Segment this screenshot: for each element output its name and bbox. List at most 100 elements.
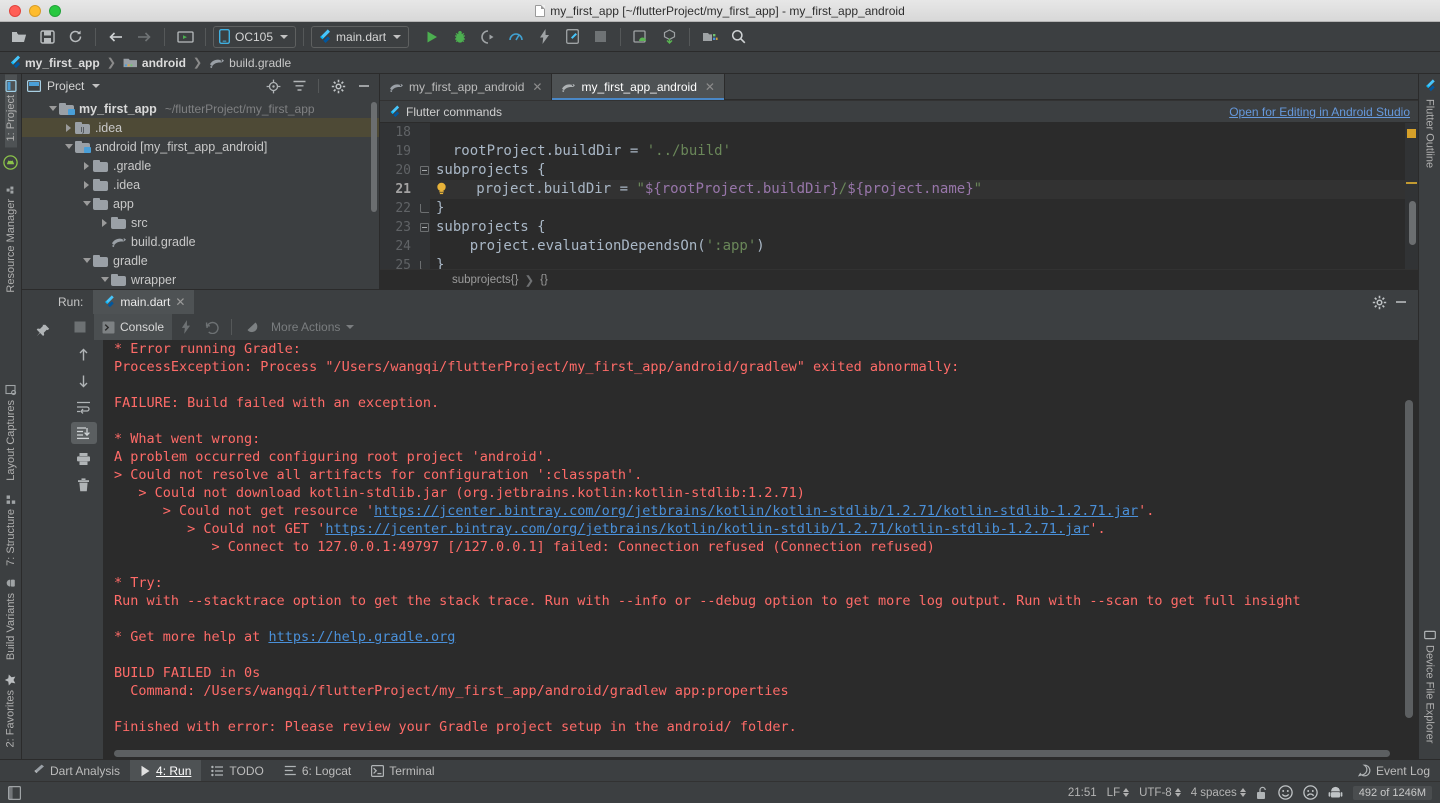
hide-panel-icon[interactable] [354, 76, 374, 96]
run-tab-main-dart[interactable]: main.dart ✕ [93, 290, 195, 314]
sidebar-item-resource-manager[interactable]: Resource Manager [5, 177, 17, 299]
hot-restart-icon[interactable] [200, 316, 224, 338]
flutter-outline-icon[interactable] [1423, 74, 1436, 93]
code-breadcrumb-item-0[interactable]: subprojects{} [452, 274, 519, 286]
gear-icon[interactable] [328, 76, 348, 96]
up-arrow-icon[interactable] [71, 344, 97, 366]
tree-row[interactable]: gradle [22, 251, 379, 270]
smiley-happy-icon[interactable] [1277, 785, 1293, 800]
more-actions-button[interactable]: More Actions [265, 320, 360, 334]
chevron-down-icon[interactable] [80, 201, 93, 206]
console-horizontal-scrollbar[interactable] [114, 750, 1390, 757]
sdk-manager-icon[interactable] [628, 25, 654, 49]
status-tab-todo[interactable]: TODO [201, 760, 273, 781]
run-icon[interactable] [419, 25, 445, 49]
sync-icon[interactable] [62, 25, 88, 49]
chevron-right-icon[interactable] [80, 180, 93, 189]
pin-icon[interactable] [36, 320, 50, 338]
project-tree[interactable]: my_first_app ~/flutterProject/my_first_a… [22, 98, 379, 289]
chevron-right-icon[interactable] [62, 123, 75, 132]
scroll-to-end-icon[interactable] [70, 422, 97, 444]
breadcrumb-item-file[interactable]: build.gradle [209, 56, 291, 70]
close-icon[interactable]: ✕ [175, 295, 185, 309]
editor-scrollbar[interactable] [1409, 201, 1416, 245]
status-tab-run[interactable]: 4: Run [130, 760, 202, 781]
project-panel-chevron-icon[interactable] [92, 84, 101, 88]
collapse-all-icon[interactable] [289, 76, 309, 96]
sidebar-item-layout-captures[interactable]: Layout Captures [5, 378, 17, 487]
code-breadcrumb[interactable]: subprojects{} ❯ {} [380, 269, 1418, 289]
hide-run-window-icon[interactable] [1390, 291, 1412, 313]
debug-icon[interactable] [447, 25, 473, 49]
sidebar-item-build-variants[interactable]: Build Variants [5, 571, 17, 666]
toggle-toolbar-icon[interactable] [8, 785, 21, 800]
encoding-selector[interactable]: UTF-8 [1139, 787, 1181, 799]
save-all-icon[interactable] [34, 25, 60, 49]
sidebar-item-project[interactable]: 1: Project [4, 74, 17, 148]
tree-row[interactable]: .idea [22, 175, 379, 194]
device-selector[interactable]: OC105 [213, 25, 297, 48]
console-link[interactable]: https://jcenter.bintray.com/org/jetbrain… [374, 503, 1138, 519]
chevron-right-icon[interactable] [80, 161, 93, 170]
flutter-attach-icon[interactable] [559, 25, 585, 49]
warning-marker[interactable] [1407, 129, 1416, 138]
console-link[interactable]: https://help.gradle.org [268, 629, 455, 645]
code-breadcrumb-item-1[interactable]: {} [540, 274, 548, 286]
code-view[interactable]: 18 19 20 21 22 23 24 25 rootProject.buil… [380, 123, 1418, 269]
hot-reload-icon[interactable] [531, 25, 557, 49]
tree-row[interactable]: wrapper [22, 270, 379, 289]
open-in-android-studio-link[interactable]: Open for Editing in Android Studio [1229, 105, 1410, 119]
tree-row[interactable]: app [22, 194, 379, 213]
tree-row[interactable]: android [my_first_app_android] [22, 137, 379, 156]
project-structure-icon[interactable] [697, 25, 723, 49]
console-vertical-scrollbar[interactable] [1405, 400, 1413, 718]
tree-row[interactable]: build.gradle [22, 232, 379, 251]
stop-process-icon[interactable] [68, 316, 92, 338]
chevron-down-icon[interactable] [98, 277, 111, 282]
sidebar-item-favorites[interactable]: 2: Favorites [4, 667, 17, 753]
chevron-down-icon[interactable] [62, 144, 75, 149]
chevron-down-icon[interactable] [80, 258, 93, 263]
code-text[interactable]: rootProject.buildDir = '../build' subpro… [430, 123, 1418, 269]
tree-row[interactable]: my_first_app ~/flutterProject/my_first_a… [22, 99, 379, 118]
line-separator-selector[interactable]: LF [1107, 787, 1130, 799]
run-config-selector[interactable]: main.dart [311, 25, 410, 48]
locate-icon[interactable] [263, 76, 283, 96]
profile-icon[interactable] [503, 25, 529, 49]
breadcrumb-item-module[interactable]: android [123, 56, 186, 70]
console-output[interactable]: * Error running Gradle: ProcessException… [104, 340, 1418, 759]
code-folding-column[interactable] [418, 123, 430, 269]
stop-icon[interactable] [587, 25, 613, 49]
back-arrow-icon[interactable] [103, 25, 129, 49]
breadcrumb-item-project[interactable]: my_first_app [8, 55, 100, 70]
chevron-down-icon[interactable] [46, 106, 59, 111]
minimize-window-button[interactable] [29, 4, 41, 17]
intention-bulb-icon[interactable] [436, 182, 447, 195]
close-icon[interactable]: ✕ [705, 80, 715, 94]
project-tree-scrollbar[interactable] [371, 102, 377, 212]
smiley-sad-icon[interactable] [1302, 785, 1318, 800]
avd-manager-icon[interactable] [172, 25, 198, 49]
window-controls[interactable] [0, 4, 61, 17]
tree-row[interactable]: src [22, 213, 379, 232]
zoom-window-button[interactable] [49, 4, 61, 17]
run-coverage-icon[interactable] [475, 25, 501, 49]
editor-marker-bar[interactable] [1405, 123, 1418, 269]
indent-selector[interactable]: 4 spaces [1191, 787, 1246, 799]
clear-all-icon[interactable] [71, 474, 97, 496]
run-settings-gear-icon[interactable] [1368, 291, 1390, 313]
console-tab[interactable]: Console [94, 314, 173, 340]
fold-end-icon[interactable] [420, 204, 429, 213]
status-tab-logcat[interactable]: 6: Logcat [274, 760, 361, 781]
editor-tab-1[interactable]: my_first_app_android ✕ [552, 74, 725, 100]
search-icon[interactable] [725, 25, 751, 49]
android-head-icon[interactable] [3, 154, 18, 171]
hot-reload-run-icon[interactable] [174, 316, 198, 338]
memory-indicator[interactable]: 492 of 1246M [1352, 785, 1432, 800]
sidebar-item-structure[interactable]: 7: Structure [5, 487, 17, 572]
fold-toggle-icon-2[interactable] [420, 223, 429, 232]
soft-wrap-icon[interactable] [71, 396, 97, 418]
down-arrow-icon[interactable] [71, 370, 97, 392]
print-icon[interactable] [71, 448, 97, 470]
open-project-icon[interactable] [6, 25, 32, 49]
